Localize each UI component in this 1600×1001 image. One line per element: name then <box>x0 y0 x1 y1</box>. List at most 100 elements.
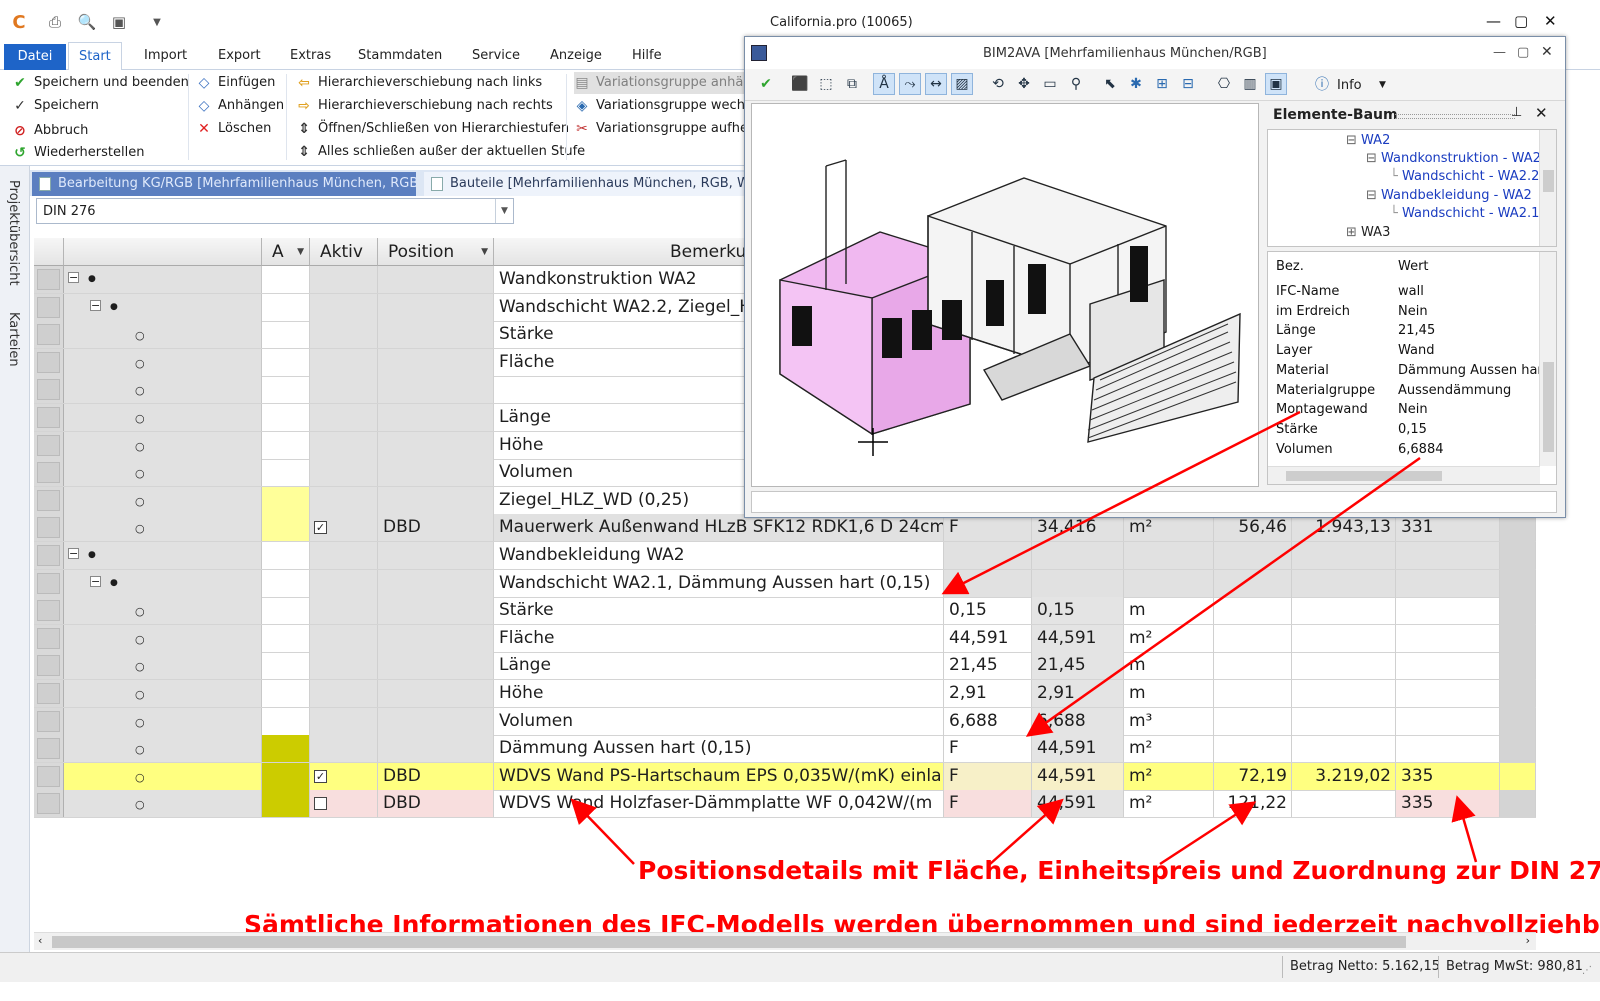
cell-position[interactable] <box>378 376 494 404</box>
insert-button[interactable]: ◇ Einfügen <box>196 72 276 94</box>
cell-total-price[interactable] <box>1292 624 1396 652</box>
cell-aktiv[interactable] <box>310 348 378 376</box>
header-aktiv[interactable]: Aktiv <box>310 238 378 266</box>
cell-quantity[interactable]: 6,688 <box>1032 707 1124 735</box>
tab-start[interactable]: Start <box>68 42 122 71</box>
cell-unit[interactable]: m³ <box>1124 707 1214 735</box>
cell-formula[interactable]: 44,591 <box>944 624 1032 652</box>
row-selector[interactable] <box>34 542 64 569</box>
cell-a[interactable] <box>262 762 310 790</box>
grid-minus-icon[interactable]: ⊟ <box>1177 73 1199 95</box>
row-selector[interactable] <box>34 321 64 349</box>
grid-hscrollbar[interactable]: ‹ › <box>34 932 1536 950</box>
cell-a[interactable] <box>262 790 310 818</box>
cell-total-price[interactable] <box>1292 542 1396 569</box>
collapse-icon[interactable]: − <box>90 575 101 587</box>
cell-bemerkung[interactable]: WDVS Wand Holzfaser-Dämmplatte WF 0,042W… <box>494 790 944 818</box>
cell-formula[interactable]: 21,45 <box>944 652 1032 680</box>
tree-node-wandbekleidung[interactable]: ⊟ Wandbekleidung - WA2 <box>1366 188 1532 203</box>
cell-din276[interactable] <box>1396 707 1500 735</box>
doc-tab-bearbeitung[interactable]: Bearbeitung KG/RGB [Mehrfamilienhaus Mün… <box>32 172 416 196</box>
cell-a[interactable] <box>262 569 310 597</box>
restore-button[interactable]: ↺ Wiederherstellen <box>12 142 144 164</box>
chevron-down-icon[interactable]: ▼ <box>495 199 513 223</box>
cell-position[interactable] <box>378 624 494 652</box>
table-row[interactable]: ○ Stärke 0,15 0,15 m <box>34 597 1536 626</box>
side-tab-karteien[interactable]: Karteien <box>6 312 21 367</box>
cell-position[interactable] <box>378 707 494 735</box>
cell-unit-price[interactable] <box>1214 569 1292 597</box>
snap-icon[interactable]: ✱ <box>1125 73 1147 95</box>
cell-bemerkung[interactable]: WDVS Wand PS-Hartschaum EPS 0,035W/(mK) … <box>494 762 944 790</box>
cell-a[interactable] <box>262 624 310 652</box>
tab-hilfe[interactable]: Hilfe <box>622 42 672 70</box>
cell-quantity[interactable]: 44,591 <box>1032 790 1124 818</box>
cell-formula[interactable]: F <box>944 762 1032 790</box>
cell-a[interactable] <box>262 266 310 293</box>
cell-aktiv[interactable] <box>310 597 378 625</box>
property-row[interactable]: Länge 21,45 <box>1268 323 1540 343</box>
cell-aktiv[interactable] <box>310 680 378 707</box>
customize-dropdown-icon[interactable]: ▼ <box>146 12 168 32</box>
row-selector[interactable] <box>34 624 64 652</box>
cell-unit[interactable]: m <box>1124 652 1214 680</box>
maximize-icon[interactable]: ▢ <box>1514 12 1528 30</box>
cell-unit[interactable]: m² <box>1124 790 1214 818</box>
cell-a[interactable] <box>262 514 310 542</box>
tree-node-wa2[interactable]: ⊟ WA2 <box>1346 133 1390 148</box>
tab-import[interactable]: Import <box>134 42 197 70</box>
row-selector[interactable] <box>34 431 64 459</box>
cell-position[interactable] <box>378 680 494 707</box>
cell-bemerkung[interactable]: Fläche <box>494 624 944 652</box>
info-label[interactable]: Info <box>1337 78 1362 93</box>
cell-unit-price[interactable] <box>1214 624 1292 652</box>
collapse-icon[interactable]: − <box>90 299 101 311</box>
cell-din276[interactable] <box>1396 569 1500 597</box>
row-selector[interactable] <box>34 569 64 597</box>
cell-total-price[interactable] <box>1292 790 1396 818</box>
cell-quantity[interactable]: 44,591 <box>1032 735 1124 763</box>
tab-export[interactable]: Export <box>208 42 271 70</box>
collapse-icon[interactable]: − <box>68 272 79 283</box>
variation-remove-button[interactable]: ✂ Variationsgruppe aufheb <box>574 118 756 140</box>
row-selector[interactable] <box>34 790 64 818</box>
close-all-except-button[interactable]: ⇕ Alles schließen außer der aktuellen Stu… <box>296 141 585 163</box>
table-row[interactable]: ○ Höhe 2,91 2,91 m <box>34 680 1536 708</box>
cell-a[interactable] <box>262 459 310 487</box>
cell-a[interactable] <box>262 707 310 735</box>
cell-unit[interactable]: m <box>1124 597 1214 625</box>
cell-din276[interactable]: 335 <box>1396 762 1500 790</box>
property-row[interactable]: Materialgruppe Aussendämmung <box>1268 383 1540 403</box>
cell-position[interactable] <box>378 404 494 431</box>
cell-formula[interactable] <box>944 569 1032 597</box>
cell-unit-price[interactable]: 121,22 <box>1214 790 1292 818</box>
cell-a[interactable] <box>262 735 310 763</box>
grid-hscroll-thumb[interactable] <box>52 936 1406 948</box>
grid-plus-icon[interactable]: ⊞ <box>1151 73 1173 95</box>
cell-unit-price[interactable] <box>1214 542 1292 569</box>
tab-service[interactable]: Service <box>462 42 530 70</box>
cell-bemerkung[interactable]: Mauerwerk Außenwand HLzB SFK12 RDK1,6 D … <box>494 514 944 542</box>
cell-position[interactable] <box>378 459 494 487</box>
cell-unit[interactable]: m² <box>1124 514 1214 542</box>
table-row[interactable]: − ● Wandbekleidung WA2 <box>34 542 1536 570</box>
filter-dropdown-icon[interactable]: ▼ <box>297 238 304 266</box>
scroll-left-icon[interactable]: ‹ <box>38 934 42 947</box>
cell-total-price[interactable] <box>1292 652 1396 680</box>
cell-unit[interactable] <box>1124 542 1214 569</box>
cell-quantity[interactable]: 21,45 <box>1032 652 1124 680</box>
cell-position[interactable] <box>378 597 494 625</box>
cell-bemerkung[interactable]: Wandbekleidung WA2 <box>494 542 944 569</box>
cell-aktiv[interactable] <box>310 707 378 735</box>
cell-position[interactable] <box>378 542 494 569</box>
tab-stammdaten[interactable]: Stammdaten <box>348 42 452 70</box>
pin-icon[interactable]: ⊥ <box>1511 105 1522 120</box>
cell-position[interactable] <box>378 486 494 514</box>
append-button[interactable]: ◇ Anhängen <box>196 95 284 117</box>
collapse-icon[interactable]: − <box>68 548 79 559</box>
close-panel-icon[interactable]: ✕ <box>1535 104 1548 122</box>
cell-unit[interactable]: m² <box>1124 762 1214 790</box>
cell-quantity[interactable]: 44,591 <box>1032 624 1124 652</box>
header-a[interactable]: A ▼ <box>262 238 310 266</box>
cell-aktiv[interactable]: ✓ <box>310 514 378 542</box>
